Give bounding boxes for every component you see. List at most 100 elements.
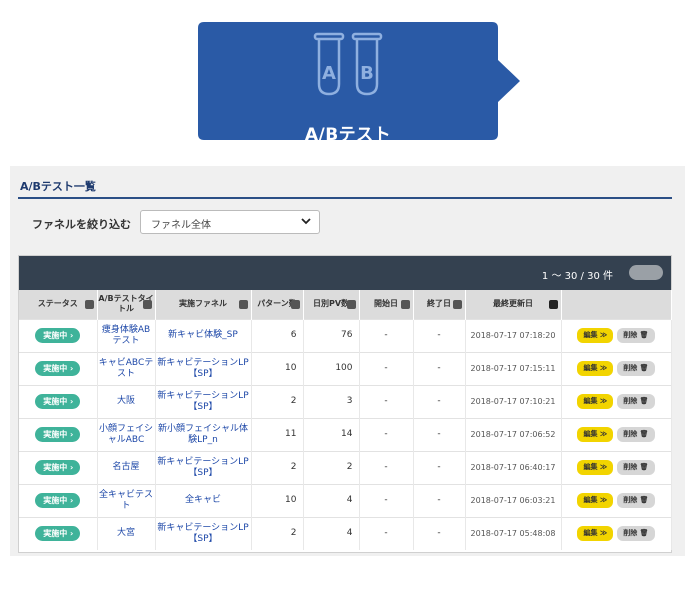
table-toolbar: 1 〜 30 / 30 件 [19,256,671,290]
col-start[interactable]: 開始日 [359,290,414,319]
test-title-link[interactable]: 全キャビテスト [97,483,156,517]
sort-icon[interactable] [290,300,300,309]
funnel-filter-select[interactable]: ファネル全体 [140,210,320,234]
test-title-link[interactable]: 大阪 [97,384,156,418]
section-title: A/Bテスト一覧 [20,180,96,193]
sort-icon[interactable] [400,300,410,309]
start-date: - [359,351,414,385]
col-status[interactable]: ステータス [19,290,98,319]
end-date: - [413,384,466,418]
status-badge[interactable]: 実施中 › [35,394,81,409]
col-updated[interactable]: 最終更新日 [465,290,562,319]
pattern-count: 11 [251,417,304,451]
last-updated: 2018-07-17 07:10:21 [465,384,562,418]
delete-button[interactable]: 削除 🗑 [617,361,655,376]
last-updated: 2018-07-17 07:18:20 [465,318,562,352]
test-title-link[interactable]: 名古屋 [97,450,156,484]
filter-label: ファネルを絞り込む [32,218,131,231]
table-row: 実施中 › 小顔フェイシャルABC 新小顔フェイシャル体験LP_n 11 14 … [19,417,672,451]
col-actions [561,290,672,319]
start-date: - [359,483,414,517]
svg-text:B: B [360,63,374,84]
daily-pv: 100 [303,351,360,385]
daily-pv: 3 [303,384,360,418]
toggle-switch[interactable] [629,265,663,280]
status-badge[interactable]: 実施中 › [35,427,81,442]
end-date: - [413,516,466,550]
sort-icon[interactable] [142,300,152,309]
test-title-link[interactable]: キャビABCテスト [97,351,156,385]
end-date: - [413,318,466,352]
delete-button[interactable]: 削除 🗑 [617,328,655,343]
ab-test-table-card: 1 〜 30 / 30 件 ステータス A/Bテストタイトル 実施ファネル パタ… [18,255,672,553]
ab-test-table: ステータス A/Bテストタイトル 実施ファネル パターン数 日別PV数 開始日 … [19,290,672,550]
chevron-down-icon [301,218,311,225]
col-title[interactable]: A/Bテストタイトル [97,290,156,319]
status-badge[interactable]: 実施中 › [35,526,81,542]
daily-pv: 4 [303,516,360,550]
funnel-filter-value: ファネル全体 [151,220,211,231]
start-date: - [359,384,414,418]
pattern-count: 6 [251,318,304,352]
funnel-link[interactable]: 新キャビ体験_SP [155,318,252,352]
table-row: 実施中 › キャビABCテスト 新キャビテーションLP【SP】 10 100 -… [19,351,672,385]
sort-icon[interactable] [346,300,356,309]
delete-button[interactable]: 削除 🗑 [617,427,655,442]
funnel-link[interactable]: 新キャビテーションLP【SP】 [155,516,252,550]
edit-button[interactable]: 編集 ≫ [577,460,614,475]
last-updated: 2018-07-17 07:06:52 [465,417,562,451]
funnel-link[interactable]: 全キャビ [155,483,252,517]
table-row: 実施中 › 大宮 新キャビテーションLP【SP】 2 4 - - 2018-07… [19,516,672,550]
table-row: 実施中 › 全キャビテスト 全キャビ 10 4 - - 2018-07-17 0… [19,483,672,517]
edit-button[interactable]: 編集 ≫ [577,328,614,343]
result-count: 1 〜 30 / 30 件 [541,271,613,282]
daily-pv: 76 [303,318,360,352]
col-end[interactable]: 終了日 [413,290,466,319]
table-row: 実施中 › 大阪 新キャビテーションLP【SP】 2 3 - - 2018-07… [19,384,672,418]
pattern-count: 2 [251,516,304,550]
col-pv[interactable]: 日別PV数 [303,290,360,319]
edit-button[interactable]: 編集 ≫ [577,427,614,442]
funnel-link[interactable]: 新小顔フェイシャル体験LP_n [155,417,252,451]
funnel-link[interactable]: 新キャビテーションLP【SP】 [155,351,252,385]
col-patterns[interactable]: パターン数 [251,290,304,319]
delete-button[interactable]: 削除 🗑 [617,493,655,508]
status-badge[interactable]: 実施中 › [35,460,81,475]
last-updated: 2018-07-17 05:48:08 [465,516,562,550]
delete-button[interactable]: 削除 🗑 [617,460,655,475]
funnel-link[interactable]: 新キャビテーションLP【SP】 [155,384,252,418]
delete-button[interactable]: 削除 🗑 [617,394,655,409]
status-badge[interactable]: 実施中 › [35,493,81,508]
pattern-count: 2 [251,384,304,418]
last-updated: 2018-07-17 06:40:17 [465,450,562,484]
start-date: - [359,318,414,352]
start-date: - [359,450,414,484]
daily-pv: 2 [303,450,360,484]
edit-button[interactable]: 編集 ≫ [577,394,614,409]
end-date: - [413,417,466,451]
sort-icon[interactable] [84,300,94,309]
edit-button[interactable]: 編集 ≫ [577,526,614,542]
test-title-link[interactable]: 大宮 [97,516,156,550]
pattern-count: 10 [251,483,304,517]
pattern-count: 2 [251,450,304,484]
status-badge[interactable]: 実施中 › [35,361,81,376]
delete-button[interactable]: 削除 🗑 [617,526,655,542]
daily-pv: 14 [303,417,360,451]
sort-icon[interactable] [452,300,462,309]
test-title-link[interactable]: 小顔フェイシャルABC [97,417,156,451]
start-date: - [359,417,414,451]
edit-button[interactable]: 編集 ≫ [577,361,614,376]
table-row: 実施中 › 名古屋 新キャビテーションLP【SP】 2 2 - - 2018-0… [19,450,672,484]
funnel-link[interactable]: 新キャビテーションLP【SP】 [155,450,252,484]
daily-pv: 4 [303,483,360,517]
status-badge[interactable]: 実施中 › [35,328,81,343]
sort-icon[interactable] [238,300,248,309]
last-updated: 2018-07-17 06:03:21 [465,483,562,517]
col-funnel[interactable]: 実施ファネル [155,290,252,319]
edit-button[interactable]: 編集 ≫ [577,493,614,508]
test-title-link[interactable]: 痩身体験ABテスト [97,318,156,352]
sort-desc-icon[interactable] [548,300,558,309]
banner-title: A/Bテスト [304,125,392,145]
ab-test-list-panel: A/Bテスト一覧 ファネルを絞り込む ファネル全体 1 〜 30 / 30 件 … [10,166,685,556]
